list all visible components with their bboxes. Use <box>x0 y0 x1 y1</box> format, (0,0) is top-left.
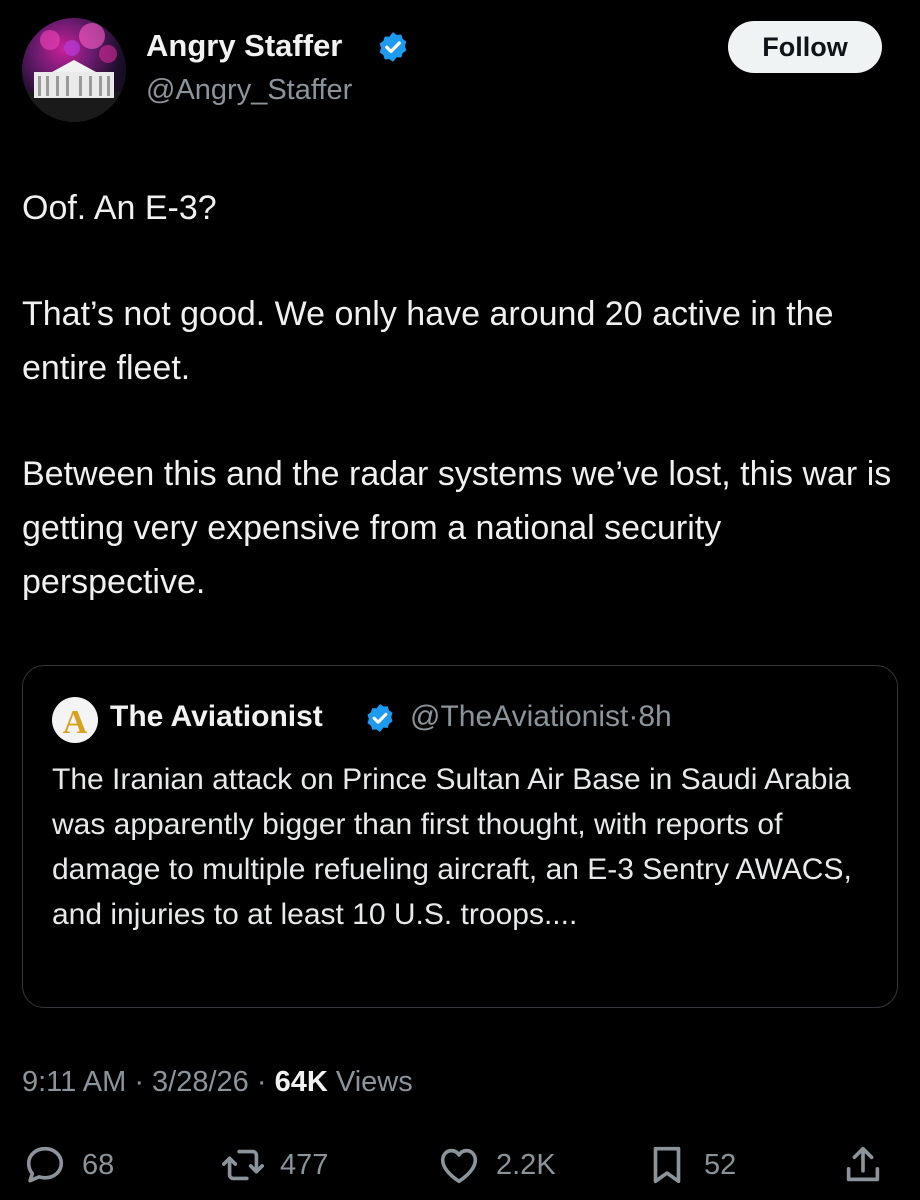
views-label: Views <box>335 1066 413 1098</box>
quoted-age: 8h <box>638 700 672 733</box>
bookmark-count: 52 <box>704 1148 737 1181</box>
bookmark-button[interactable]: 52 <box>644 1140 736 1190</box>
separator: · <box>256 1066 267 1098</box>
follow-button[interactable]: Follow <box>728 21 882 73</box>
tweet-paragraph: That’s not good. We only have around 20 … <box>22 295 834 387</box>
share-button[interactable] <box>840 1140 886 1190</box>
tweet-time[interactable]: 9:11 AM <box>22 1066 126 1098</box>
share-icon <box>846 1146 880 1182</box>
separator: · <box>134 1066 144 1098</box>
like-icon <box>440 1148 478 1184</box>
repost-button[interactable]: 477 <box>220 1140 328 1190</box>
reply-button[interactable]: 68 <box>22 1140 114 1190</box>
reply-count: 68 <box>82 1148 115 1181</box>
like-count: 2.2K <box>496 1148 556 1181</box>
repost-icon <box>222 1149 264 1181</box>
tweet-date[interactable]: 3/28/26 <box>152 1066 249 1098</box>
like-button[interactable]: 2.2K <box>436 1140 556 1190</box>
author-display-name[interactable]: Angry Staffer <box>146 28 342 64</box>
bookmark-icon <box>653 1146 681 1184</box>
views-count: 64K <box>274 1066 328 1098</box>
quoted-handle: @TheAviationist <box>410 700 629 733</box>
quoted-author-avatar: A <box>52 697 98 743</box>
tweet-paragraph: Oof. An E-3? <box>22 189 217 227</box>
author-handle[interactable]: @Angry_Staffer <box>146 74 352 107</box>
repost-count: 477 <box>280 1148 329 1181</box>
white-house-image <box>22 23 126 122</box>
tweet-paragraph: Between this and the radar systems we’ve… <box>22 455 892 601</box>
verified-badge-icon <box>367 704 393 732</box>
quoted-tweet-text: The Iranian attack on Prince Sultan Air … <box>52 763 852 931</box>
verified-badge-icon <box>379 32 407 62</box>
author-avatar[interactable] <box>22 18 126 122</box>
quoted-author-handle-time: @TheAviationist·8h <box>410 700 672 734</box>
tweet-meta: 9:11 AM · 3/28/26 · 64K Views <box>22 1066 413 1099</box>
separator: · <box>628 700 639 733</box>
quoted-author-name: The Aviationist <box>110 700 323 733</box>
quoted-avatar-letter: A <box>63 704 88 741</box>
reply-icon <box>26 1146 64 1183</box>
